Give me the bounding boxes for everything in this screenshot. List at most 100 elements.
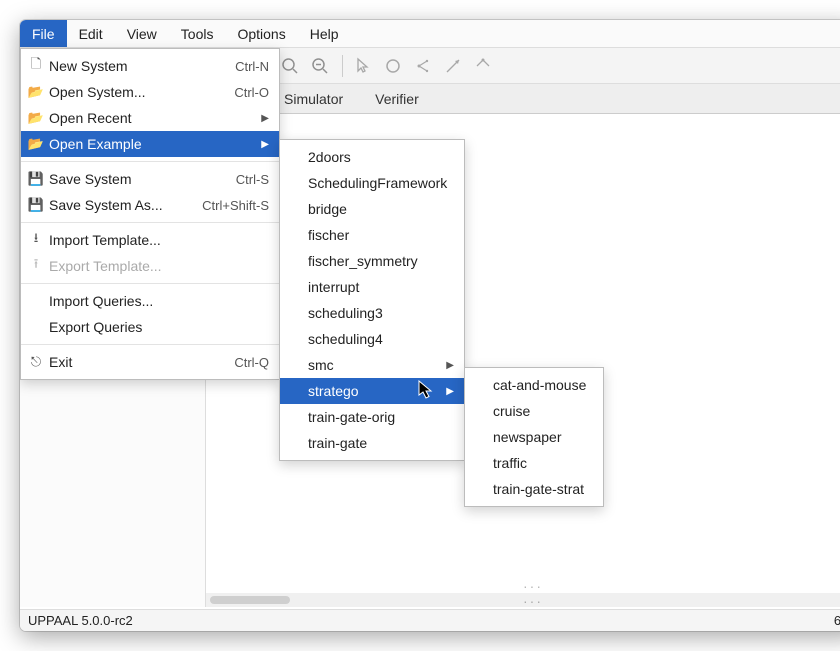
- exit-icon: ⎋: [27, 354, 45, 370]
- app-window: File Edit View Tools Options Help: [20, 20, 840, 631]
- stratego-item-label: newspaper: [489, 429, 593, 445]
- menu-save-system-as[interactable]: 💾 Save System As... Ctrl+Shift-S: [21, 192, 279, 218]
- menu-save-system-as-label: Save System As...: [45, 197, 182, 213]
- save-icon: 💾: [27, 197, 45, 213]
- example-item-label: scheduling3: [304, 305, 454, 321]
- example-item-label: scheduling4: [304, 331, 454, 347]
- example-item-label: fischer: [304, 227, 454, 243]
- menu-import-queries[interactable]: Import Queries...: [21, 288, 279, 314]
- menu-new-system-label: New System: [45, 58, 215, 74]
- example-item-label: 2doors: [304, 149, 454, 165]
- example-item-label: SchedulingFramework: [304, 175, 454, 191]
- stratego-item-cruise[interactable]: cruise: [465, 398, 603, 424]
- menu-export-template: ⭱ Export Template...: [21, 253, 279, 279]
- example-item-label: interrupt: [304, 279, 454, 295]
- example-item-label: train-gate: [304, 435, 454, 451]
- submenu-arrow-icon: ▶: [259, 113, 269, 124]
- menu-open-system-accel: Ctrl-O: [214, 85, 269, 100]
- statusbar-version: UPPAAL 5.0.0-rc2: [28, 613, 133, 628]
- example-item-bridge[interactable]: bridge: [280, 196, 464, 222]
- example-item-SchedulingFramework[interactable]: SchedulingFramework: [280, 170, 464, 196]
- stratego-item-train-gate-strat[interactable]: train-gate-strat: [465, 476, 603, 502]
- tab-verifier[interactable]: Verifier: [371, 87, 423, 113]
- stratego-item-label: cat-and-mouse: [489, 377, 593, 393]
- menu-import-template[interactable]: ⭳ Import Template...: [21, 227, 279, 253]
- menu-open-example[interactable]: 📂 Open Example ▶: [21, 131, 279, 157]
- example-item-label: bridge: [304, 201, 454, 217]
- example-item-fischer_symmetry[interactable]: fischer_symmetry: [280, 248, 464, 274]
- stratego-item-label: train-gate-strat: [489, 481, 593, 497]
- example-item-fischer[interactable]: fischer: [280, 222, 464, 248]
- example-item-stratego[interactable]: stratego▶: [280, 378, 464, 404]
- submenu-arrow-icon: ▶: [259, 139, 269, 150]
- menubar-file[interactable]: File: [20, 20, 67, 47]
- nail-tool-icon[interactable]: [469, 52, 497, 80]
- stratego-item-label: cruise: [489, 403, 593, 419]
- menu-divider: [21, 161, 279, 162]
- example-item-train-gate[interactable]: train-gate: [280, 430, 464, 456]
- menu-open-system-label: Open System...: [45, 84, 214, 100]
- example-item-interrupt[interactable]: interrupt: [280, 274, 464, 300]
- edge-tool-icon[interactable]: [439, 52, 467, 80]
- menu-import-template-label: Import Template...: [45, 232, 269, 248]
- menu-new-system[interactable]: 🗋 New System Ctrl-N: [21, 53, 279, 79]
- branch-tool-icon[interactable]: [409, 52, 437, 80]
- example-item-train-gate-orig[interactable]: train-gate-orig: [280, 404, 464, 430]
- example-item-label: fischer_symmetry: [304, 253, 454, 269]
- export-icon: ⭱: [27, 255, 45, 277]
- submenu-arrow-icon: ▶: [444, 386, 454, 397]
- example-item-label: train-gate-orig: [304, 409, 454, 425]
- menu-save-system-accel: Ctrl-S: [216, 172, 269, 187]
- menu-export-queries[interactable]: Export Queries: [21, 314, 279, 340]
- scrollbar-thumb[interactable]: [210, 596, 290, 604]
- circle-tool-icon[interactable]: [379, 52, 407, 80]
- menubar-tools[interactable]: Tools: [169, 20, 226, 47]
- menubar-help[interactable]: Help: [298, 20, 351, 47]
- menubar-view[interactable]: View: [115, 20, 169, 47]
- statusbar-position: 6:1: [834, 613, 840, 628]
- example-item-scheduling3[interactable]: scheduling3: [280, 300, 464, 326]
- statusbar: UPPAAL 5.0.0-rc2 6:1: [20, 609, 840, 631]
- menu-save-system-as-accel: Ctrl+Shift-S: [182, 198, 269, 213]
- menu-divider: [21, 344, 279, 345]
- pointer-tool-icon[interactable]: [349, 52, 377, 80]
- folder-open-icon: 📂: [27, 110, 45, 126]
- example-item-scheduling4[interactable]: scheduling4: [280, 326, 464, 352]
- menu-save-system[interactable]: 💾 Save System Ctrl-S: [21, 166, 279, 192]
- menu-exit[interactable]: ⎋ Exit Ctrl-Q: [21, 349, 279, 375]
- submenu-arrow-icon: ▶: [444, 360, 454, 371]
- menu-export-template-label: Export Template...: [45, 258, 269, 274]
- menubar: File Edit View Tools Options Help: [20, 20, 840, 48]
- zoom-in-icon[interactable]: [276, 52, 304, 80]
- menubar-options[interactable]: Options: [225, 20, 297, 47]
- stratego-submenu: cat-and-mouse cruise newspaper traffic train…: [464, 367, 604, 507]
- menu-divider: [21, 222, 279, 223]
- splitter-handle[interactable]: ···: [523, 579, 543, 593]
- menu-export-queries-label: Export Queries: [45, 319, 269, 335]
- menu-new-system-accel: Ctrl-N: [215, 59, 269, 74]
- save-icon: 💾: [27, 171, 45, 187]
- splitter-dots-bottom: ···: [523, 593, 543, 609]
- example-item-label: smc: [304, 357, 444, 373]
- document-new-icon: 🗋: [27, 55, 45, 77]
- menu-exit-accel: Ctrl-Q: [214, 355, 269, 370]
- example-item-label: stratego: [304, 383, 444, 399]
- toolbar-separator: [342, 55, 343, 77]
- example-item-2doors[interactable]: 2doors: [280, 144, 464, 170]
- open-example-submenu: 2doors SchedulingFramework bridge fischer fi…: [279, 139, 465, 461]
- stratego-item-label: traffic: [489, 455, 593, 471]
- menu-import-queries-label: Import Queries...: [45, 293, 269, 309]
- import-icon: ⭳: [27, 229, 45, 251]
- stratego-item-traffic[interactable]: traffic: [465, 450, 603, 476]
- menu-open-example-label: Open Example: [45, 136, 259, 152]
- menu-open-recent[interactable]: 📂 Open Recent ▶: [21, 105, 279, 131]
- menu-exit-label: Exit: [45, 354, 214, 370]
- menu-open-system[interactable]: 📂 Open System... Ctrl-O: [21, 79, 279, 105]
- menubar-edit[interactable]: Edit: [67, 20, 115, 47]
- stratego-item-cat-and-mouse[interactable]: cat-and-mouse: [465, 372, 603, 398]
- stratego-item-newspaper[interactable]: newspaper: [465, 424, 603, 450]
- file-menu: 🗋 New System Ctrl-N 📂 Open System... Ctr…: [20, 48, 280, 380]
- zoom-out-icon[interactable]: [306, 52, 334, 80]
- example-item-smc[interactable]: smc▶: [280, 352, 464, 378]
- folder-open-icon: 📂: [27, 136, 45, 152]
